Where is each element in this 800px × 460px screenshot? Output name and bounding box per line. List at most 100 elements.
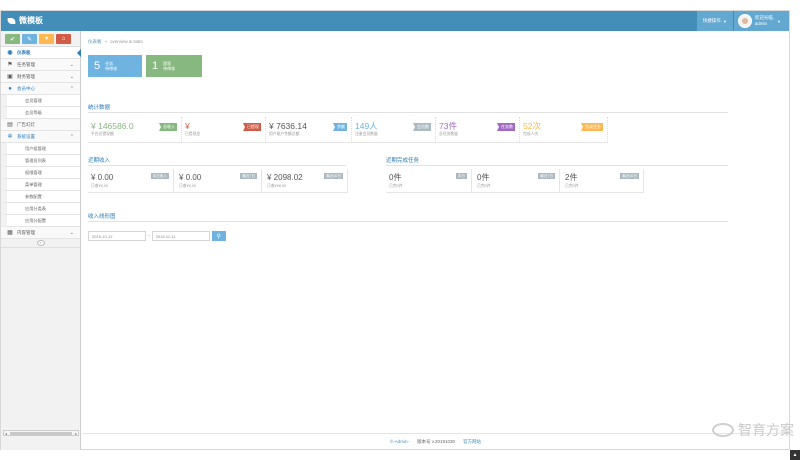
- date-separator: -: [148, 233, 150, 239]
- tasks-today: 0件 已完0件 本日: [386, 169, 472, 193]
- cog-icon[interactable]: ⌂: [56, 34, 71, 44]
- scroll-top-button[interactable]: ▲: [790, 450, 800, 460]
- sidebar-item-label: 会员管理: [25, 97, 42, 103]
- search-icon: ⚲: [216, 233, 221, 240]
- sidebar-item-label: 系统设置: [17, 133, 35, 139]
- recent-income-title: 近期收入: [88, 158, 111, 164]
- dashboard-icon: ◉: [7, 49, 13, 56]
- divider: [386, 165, 728, 166]
- stat-tasks: 73件 总任务数量 任务数: [436, 117, 520, 143]
- stat-balance: ¥ 7636.14 用户账户余额总额 余额: [266, 117, 352, 143]
- book-icon: ▦: [7, 229, 13, 236]
- summary-caption: 已收¥0.00: [91, 184, 109, 188]
- scrollbar-thumb[interactable]: [10, 431, 72, 435]
- sidebar-item-finance[interactable]: ▣ 财务管理 ⌄: [1, 71, 80, 83]
- user-icon: ●: [8, 85, 12, 92]
- double-angle-left-icon[interactable]: «: [36, 240, 45, 246]
- brand-logo[interactable]: 微模板: [6, 15, 43, 26]
- end-date-input[interactable]: [151, 231, 210, 241]
- sidebar-item-label: 财务管理: [17, 73, 35, 79]
- quick-actions-dropdown[interactable]: 快捷操作 ▼: [696, 11, 733, 31]
- sidebar-item-tasks[interactable]: ⚑ 任务管理 ⌄: [1, 59, 80, 71]
- scroll-left-icon[interactable]: ◂: [5, 431, 7, 436]
- sidebar-item-label: 权限管理: [25, 169, 42, 175]
- period-tag: 本日: [455, 173, 467, 179]
- sidebar-item-label: 会员等级: [25, 109, 42, 115]
- stat-caption: 已提现金: [185, 132, 201, 136]
- pending-tasks-label: 任务 待审核: [105, 61, 117, 72]
- income-today: ¥ 0.00 已收¥0.00 本日收入: [88, 169, 174, 193]
- main-content: 仪表板 » overview & stats 5 任务 待审核 1 提现 待审核…: [82, 31, 789, 450]
- stat-caption: 平台总提现额: [91, 132, 114, 136]
- sidebar-subitem-params[interactable]: 参数配置: [1, 191, 80, 203]
- summary-caption: 已完0件: [565, 184, 579, 188]
- sidebar-subitem-member-level[interactable]: 会员等级: [1, 107, 80, 119]
- date-range-filter: - ⚲: [88, 231, 226, 241]
- footer: ©-Admin- 版本号 v.20191030 官方网站: [82, 433, 789, 449]
- breadcrumb: 仪表板 » overview & stats: [88, 39, 143, 45]
- pending-withdraw-box[interactable]: 1 提现 待审核: [146, 55, 202, 77]
- pencil-icon[interactable]: ✎: [22, 34, 37, 44]
- sidebar-item-label: 会员中心: [17, 85, 35, 91]
- sidebar-item-settings[interactable]: ✲ 系统设置 ⌃: [1, 131, 80, 143]
- sidebar-subitem-menus[interactable]: 菜单管理: [1, 179, 80, 191]
- sidebar-subitem-permissions[interactable]: 权限管理: [1, 167, 80, 179]
- stat-caption: 用户账户余额总额: [269, 132, 300, 136]
- divider: [88, 165, 346, 166]
- sidebar-scrollbar[interactable]: ◂ ▸: [3, 430, 79, 436]
- summary-caption: 已完0件: [477, 184, 491, 188]
- stat-caption: 完成人次: [523, 132, 539, 136]
- sidebar-item-label: 仪表板: [17, 49, 31, 55]
- income-7days: ¥ 0.00 已收¥0.00 最近7日: [176, 169, 262, 193]
- stats-row: ¥ 146586.0 平台总提现额 总收入 ¥ 已提现金 已提现 ¥ 7636.14 用户…: [88, 117, 608, 143]
- period-tag: 最近7日: [240, 173, 257, 179]
- sidebar-subitem-app-categories[interactable]: 应用分类表: [1, 203, 80, 215]
- sidebar-item-dashboard[interactable]: ◉ 仪表板: [1, 47, 81, 59]
- summary-caption: 已收¥98.00: [267, 184, 287, 188]
- stat-withdrawn: ¥ 已提现金 已提现: [182, 117, 266, 143]
- breadcrumb-home[interactable]: 仪表板: [88, 39, 102, 45]
- tasks-30days: 2件 已完0件 最近30日: [562, 169, 644, 193]
- scroll-right-icon[interactable]: ▸: [75, 431, 77, 436]
- stat-caption: 注册会员数量: [355, 132, 378, 136]
- chevron-up-icon: ⌃: [69, 133, 74, 140]
- divider: [88, 112, 728, 113]
- user-info: 欢迎光临, admin: [755, 15, 774, 27]
- summary-caption: 已收¥0.00: [179, 184, 197, 188]
- footer-copyright[interactable]: ©-Admin-: [390, 439, 409, 444]
- sidebar-item-members[interactable]: ● 会员中心 ⌃: [1, 83, 80, 95]
- recent-tasks-title: 近期完成任务: [386, 158, 420, 164]
- flag-icon: ⚑: [7, 61, 13, 68]
- chevron-down-icon: ⌄: [69, 61, 74, 68]
- user-role: admin: [754, 21, 768, 26]
- top-navbar: 微模板 快捷操作 ▼ 欢迎光临, admin ▼: [1, 11, 789, 31]
- users-icon[interactable]: ♥: [39, 34, 54, 44]
- watermark-logo-icon: [712, 423, 734, 437]
- stat-completed: 52次 完成人次 完成任务: [520, 117, 608, 143]
- stat-tag: 任务数: [497, 123, 515, 131]
- period-tag: 本日收入: [150, 173, 169, 179]
- pending-tasks-box[interactable]: 5 任务 待审核: [88, 55, 142, 77]
- footer-website-link[interactable]: 官方网站: [463, 439, 481, 445]
- caret-down-icon: ▼: [722, 18, 727, 24]
- stat-box-subtitle: 待审核: [163, 66, 176, 71]
- start-date-input[interactable]: [88, 231, 146, 241]
- breadcrumb-separator: »: [104, 39, 108, 44]
- sidebar-item-content[interactable]: ▦ 内容管理 ⌄: [1, 227, 80, 239]
- search-button[interactable]: ⚲: [211, 231, 226, 241]
- sidebar-subitem-admins[interactable]: 管理员列表: [1, 155, 80, 167]
- leaf-icon: [6, 17, 17, 24]
- sidebar-subitem-app-config[interactable]: 应用分配置: [1, 215, 80, 227]
- sidebar-subitem-member-manage[interactable]: 会员管理: [1, 95, 80, 107]
- sidebar-item-label: 应用分配置: [25, 217, 46, 223]
- sidebar-item-label: 应用分类表: [25, 205, 46, 211]
- user-menu[interactable]: 欢迎光临, admin ▼: [733, 11, 789, 31]
- navbar-right: 快捷操作 ▼ 欢迎光临, admin ▼: [696, 11, 789, 31]
- sidebar-item-ads[interactable]: ▤ 广告幻灯: [1, 119, 80, 131]
- home-icon[interactable]: ✔: [5, 34, 20, 44]
- income-30days: ¥ 2098.02 已收¥98.00 最近30日: [264, 169, 348, 193]
- sidebar-subitem-user-groups[interactable]: 用户组管理: [1, 143, 80, 155]
- stats-section-title: 统计数据: [88, 105, 111, 111]
- cog-icon: ✲: [7, 133, 13, 140]
- stat-tag: 完成任务: [581, 123, 603, 131]
